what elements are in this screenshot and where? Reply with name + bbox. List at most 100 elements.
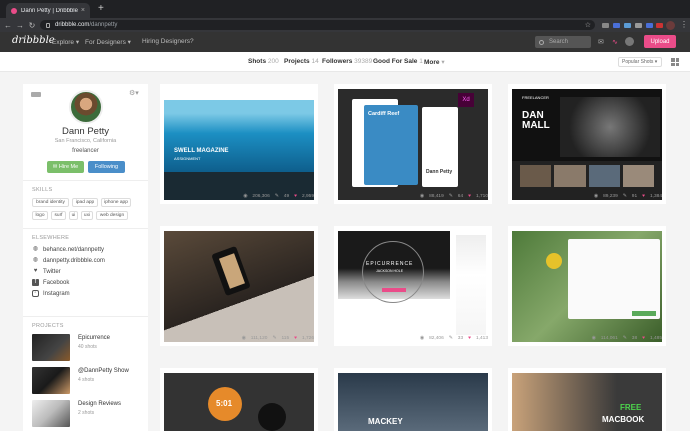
shot-subtitle: Dann Petty <box>426 169 453 175</box>
skill-tag[interactable]: surf <box>51 211 66 220</box>
tab-followers[interactable]: Followers 39389 <box>322 58 372 65</box>
skill-tag[interactable]: brand identity <box>32 198 69 207</box>
comments-icon: ✎ <box>448 335 453 341</box>
url-path: /dannpetty <box>89 22 118 28</box>
skill-tag[interactable]: uxi <box>81 211 93 220</box>
shot-thumbnail[interactable]: 5:01 <box>164 373 314 431</box>
like-icon[interactable]: ♥ <box>294 194 297 199</box>
project-thumbnail[interactable] <box>32 334 70 361</box>
close-tab-icon[interactable]: × <box>81 7 85 14</box>
search-input[interactable]: Search <box>535 36 591 48</box>
skill-tag[interactable]: logo <box>32 211 48 220</box>
shot-thumbnail[interactable] <box>164 231 314 342</box>
following-button[interactable]: Following <box>88 161 125 173</box>
views-icon: ◉ <box>241 335 246 341</box>
user-avatar-icon[interactable] <box>625 37 634 46</box>
shot-thumbnail[interactable]: FREE MACBOOK <box>512 373 662 431</box>
dribbble-favicon-icon <box>11 7 17 14</box>
shot-card[interactable]: FREE MACBOOK <box>508 368 666 431</box>
project-thumbnail[interactable] <box>32 400 70 427</box>
project-name[interactable]: @DannPetty Show <box>78 368 129 374</box>
shot-card[interactable]: FREELANCER DAN MALL ◉ 89,239 ✎ 91 ♥ 1,384 <box>508 84 666 204</box>
skill-tag[interactable]: iphone app <box>101 198 131 207</box>
extension-icon[interactable] <box>656 23 663 28</box>
instagram-icon: ◦ <box>32 290 39 297</box>
shot-title: EPICURRENCE <box>366 261 414 267</box>
shot-subtitle: MACBOOK <box>602 415 645 424</box>
tab-more[interactable]: More ▾ <box>424 58 445 66</box>
like-icon[interactable]: ♥ <box>294 336 297 341</box>
activity-icon[interactable]: ∿ <box>612 38 618 46</box>
shot-title: DAN MALL <box>522 110 550 131</box>
skill-tag[interactable]: ui <box>69 211 78 220</box>
tab-shots[interactable]: Shots 200 <box>248 58 279 65</box>
link-dribbble[interactable]: ◍ dannpetty.dribbble.com <box>32 257 105 264</box>
extension-icon[interactable] <box>635 23 642 28</box>
sort-select[interactable]: Popular Shots ▾ <box>618 57 662 67</box>
shot-card[interactable]: ◉ 111,120 ✎ 115 ♥ 1,726 <box>160 226 318 346</box>
reload-icon[interactable]: ↻ <box>26 21 38 30</box>
forward-icon[interactable]: → <box>14 21 26 30</box>
new-tab-button[interactable]: + <box>98 3 104 14</box>
link-twitter[interactable]: ♥ Twitter <box>32 268 61 275</box>
nav-hiring-designers[interactable]: Hiring Designers? <box>142 38 194 45</box>
shot-card[interactable]: Xd Cardiff Reef Dann Petty ◉ 88,419 ✎ 64 ♥… <box>334 84 492 204</box>
like-icon[interactable]: ♥ <box>468 336 471 341</box>
shot-thumbnail[interactable]: SWELL MAGAZINE ASSIGNMENT <box>164 89 314 200</box>
profile-avatar <box>69 90 103 124</box>
shot-card[interactable]: EPICURRENCE JACKSON HOLE ◉ 82,406 ✎ 33 ♥ 1,… <box>334 226 492 346</box>
tab-title: Dann Petty | Dribbble <box>21 7 78 14</box>
link-facebook[interactable]: f Facebook <box>32 279 69 286</box>
shot-subtitle: FREELANCER <box>522 95 549 100</box>
shot-stats: ◉ 82,406 ✎ 33 ♥ 1,413 <box>419 335 488 341</box>
shot-thumbnail[interactable] <box>512 231 662 342</box>
shot-thumbnail[interactable]: MACKEY <box>338 373 488 431</box>
project-thumbnail[interactable] <box>32 367 70 394</box>
link-instagram[interactable]: ◦ Instagram <box>32 290 70 297</box>
dribbble-logo[interactable]: dribbble <box>12 35 55 46</box>
project-name[interactable]: Epicurrence <box>78 335 110 341</box>
nav-for-designers[interactable]: For Designers ▾ <box>85 38 131 46</box>
profile-avatar-icon[interactable] <box>666 21 675 30</box>
divider <box>23 316 148 317</box>
messages-icon[interactable]: ✉ <box>598 38 604 46</box>
upload-button[interactable]: Upload <box>644 35 676 48</box>
shot-card[interactable]: SWELL MAGAZINE ASSIGNMENT ◉ 206,306 ✎ 49 ♥… <box>160 84 318 204</box>
browser-menu-icon[interactable]: ⋮ <box>680 20 688 29</box>
skill-tag[interactable]: ipad app <box>72 198 98 207</box>
skill-tag[interactable]: web design <box>96 211 128 220</box>
shot-title: 5:01 <box>216 399 233 408</box>
shot-thumbnail[interactable]: EPICURRENCE JACKSON HOLE <box>338 231 488 342</box>
browser-tab[interactable]: Dann Petty | Dribbble × <box>6 3 90 18</box>
shot-thumbnail[interactable]: FREELANCER DAN MALL <box>512 89 662 200</box>
twitter-icon: ♥ <box>33 268 38 274</box>
shot-card[interactable]: ◉ 114,061 ✎ 38 ♥ 1,485 <box>508 226 666 346</box>
extension-icon[interactable] <box>624 23 631 28</box>
nav-explore[interactable]: Explore ▾ <box>52 38 79 46</box>
like-icon[interactable]: ♥ <box>642 336 645 341</box>
views-icon: ◉ <box>419 193 425 199</box>
address-bar[interactable]: dribbble.com/dannpetty ☆ <box>40 20 595 30</box>
bookmark-star-icon[interactable]: ☆ <box>585 21 591 29</box>
extension-icon[interactable] <box>602 23 609 28</box>
shot-thumbnail[interactable]: Xd Cardiff Reef Dann Petty <box>338 89 488 200</box>
grid-view-icon[interactable] <box>671 58 679 66</box>
back-icon[interactable]: ← <box>2 21 14 30</box>
extension-icon[interactable] <box>646 23 653 28</box>
globe-icon: ◍ <box>32 246 39 252</box>
extension-icon[interactable] <box>613 23 620 28</box>
tab-good-for-sale[interactable]: Good For Sale 1 <box>373 58 423 65</box>
shot-card[interactable]: 5:01 <box>160 368 318 431</box>
pro-badge <box>31 92 41 97</box>
shot-card[interactable]: MACKEY <box>334 368 492 431</box>
profile-name: Dann Petty <box>62 126 109 137</box>
profile-location: San Francisco, California <box>54 138 117 144</box>
gear-icon[interactable]: ⚙▾ <box>129 89 139 97</box>
like-icon[interactable]: ♥ <box>642 194 645 199</box>
tab-projects[interactable]: Projects 14 <box>284 58 319 65</box>
shot-subtitle: JACKSON HOLE <box>376 269 404 273</box>
project-name[interactable]: Design Reviews <box>78 401 121 407</box>
hire-me-button[interactable]: ✉ Hire Me <box>47 161 84 173</box>
link-behance[interactable]: ◍ behance.net/dannpetty <box>32 246 104 253</box>
like-icon[interactable]: ♥ <box>468 194 471 199</box>
